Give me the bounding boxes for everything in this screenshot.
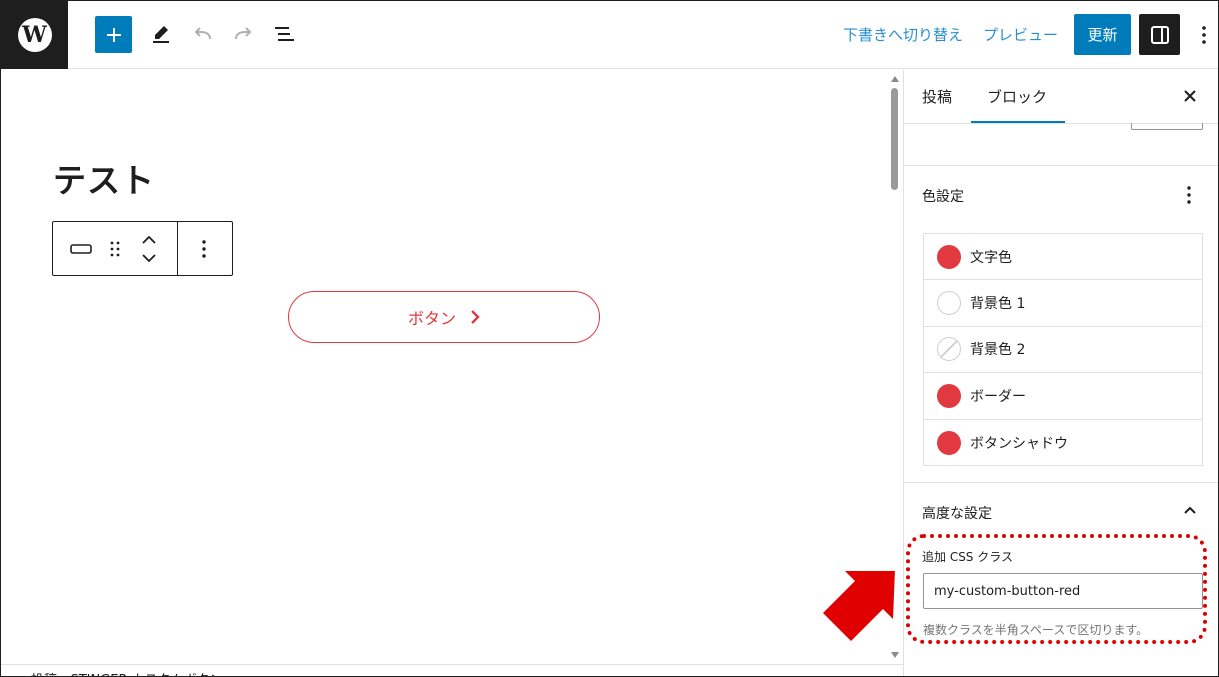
toolbar-divider — [177, 222, 178, 275]
tools-button[interactable] — [148, 21, 174, 47]
color-swatch — [937, 337, 961, 362]
undo-button[interactable] — [190, 21, 216, 47]
chevron-up-icon — [1184, 506, 1196, 514]
chevron-up-down-icon — [142, 235, 156, 263]
close-icon — [1184, 90, 1196, 102]
advanced-settings-toggle[interactable] — [1182, 502, 1198, 518]
update-button[interactable]: 更新 — [1074, 14, 1131, 55]
color-item-background-1[interactable]: 背景色 1 — [924, 280, 1202, 327]
vertical-ellipsis-icon — [1187, 186, 1191, 204]
list-view-button[interactable] — [271, 21, 297, 47]
list-view-icon — [275, 27, 294, 41]
color-item-label: 文字色 — [970, 249, 1012, 266]
partial-control[interactable] — [1131, 123, 1203, 130]
scroll-thumb[interactable] — [891, 88, 898, 190]
settings-toggle-button[interactable] — [1139, 14, 1180, 55]
vertical-ellipsis-icon — [1202, 26, 1206, 44]
panel-divider — [904, 482, 1218, 483]
undo-icon — [194, 27, 211, 40]
chevron-right-icon — [471, 310, 480, 324]
color-settings-list: 文字色 背景色 1 背景色 2 ボーダー ボタンシャドウ — [923, 233, 1203, 466]
top-toolbar: W 下書きへ切り替え プレビュー 更新 — [1, 1, 1218, 69]
drag-handle[interactable] — [106, 235, 124, 263]
block-options-button[interactable] — [196, 235, 212, 263]
button-text: ボタン — [407, 309, 456, 328]
wordpress-logo-icon: W — [17, 18, 52, 52]
color-swatch — [937, 291, 961, 316]
color-item-label: ボタンシャドウ — [970, 435, 1068, 452]
drag-handle-icon — [110, 241, 120, 257]
custom-button-block[interactable]: ボタン — [288, 291, 600, 343]
color-swatch — [937, 244, 961, 269]
move-block-buttons[interactable] — [137, 235, 161, 263]
options-menu-button[interactable] — [1195, 22, 1213, 48]
sidebar-panel-icon — [1150, 25, 1169, 44]
color-item-border[interactable]: ボーダー — [924, 373, 1202, 420]
editor-window: W 下書きへ切り替え プレビュー 更新 テスト ボタン 投稿 ブロック 色設定 … — [0, 0, 1219, 677]
color-swatch — [937, 383, 961, 408]
annotation-highlight — [906, 534, 1207, 644]
tab-post[interactable]: 投稿 — [922, 86, 952, 107]
color-item-background-2[interactable]: 背景色 2 — [924, 327, 1202, 374]
panel-divider — [904, 165, 1218, 166]
block-breadcrumb: 投稿 › STINGER カスタムボタン — [1, 664, 903, 676]
button-block-icon — [70, 244, 92, 254]
post-title[interactable]: テスト — [53, 154, 155, 202]
scroll-down-arrow[interactable] — [891, 652, 899, 658]
color-settings-title[interactable]: 色設定 — [922, 186, 964, 206]
advanced-settings-title[interactable]: 高度な設定 — [922, 503, 992, 523]
color-item-label: 背景色 2 — [970, 342, 1026, 359]
switch-to-draft-button[interactable]: 下書きへ切り替え — [843, 24, 963, 45]
block-toolbar — [52, 221, 233, 276]
annotation-arrow-icon — [823, 571, 895, 641]
editor-canvas[interactable]: テスト ボタン — [1, 70, 887, 664]
add-block-button[interactable] — [95, 16, 132, 53]
vertical-ellipsis-icon — [202, 240, 206, 258]
redo-button[interactable] — [230, 21, 256, 47]
preview-button[interactable]: プレビュー — [983, 24, 1058, 45]
breadcrumb-text[interactable]: 投稿 › STINGER カスタムボタン — [31, 669, 223, 676]
wordpress-logo-button[interactable]: W — [1, 1, 68, 69]
color-item-text[interactable]: 文字色 — [924, 234, 1202, 281]
pencil-icon — [153, 26, 169, 43]
color-item-button-shadow[interactable]: ボタンシャドウ — [924, 420, 1202, 466]
sidebar-tabs: 投稿 ブロック — [904, 70, 1218, 123]
color-swatch — [937, 430, 961, 455]
tab-block[interactable]: ブロック — [987, 86, 1047, 107]
color-settings-options-button[interactable] — [1182, 184, 1196, 206]
scroll-up-arrow[interactable] — [891, 76, 899, 82]
color-item-label: 背景色 1 — [970, 296, 1026, 313]
plus-icon — [106, 27, 121, 42]
redo-icon — [235, 27, 252, 40]
block-type-button[interactable] — [68, 235, 94, 263]
close-sidebar-button[interactable] — [1180, 86, 1200, 106]
color-item-label: ボーダー — [970, 388, 1026, 405]
